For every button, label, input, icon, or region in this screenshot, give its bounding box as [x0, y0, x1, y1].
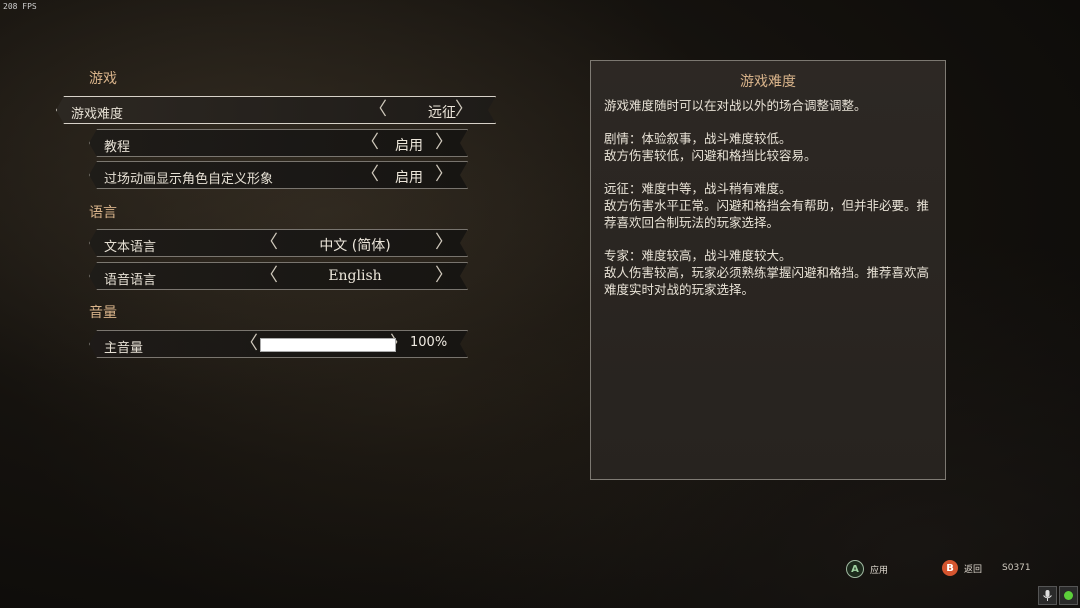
a-button-icon: A [846, 560, 864, 578]
setting-text-language-label: 文本语言 [104, 240, 157, 255]
setting-tutorial[interactable]: 教程 〈 启用 〉 [89, 129, 468, 157]
master-volume-slider[interactable] [260, 338, 396, 352]
info-paragraph: 剧情：体验叙事，战斗难度较低。 敌方伤害较低，闪避和格挡比较容易。 [604, 131, 817, 163]
cutscene-right-arrow-icon[interactable]: 〉 [435, 165, 453, 185]
setting-master-volume-label: 主音量 [104, 341, 144, 356]
back-label: 返回 [964, 564, 983, 575]
setting-difficulty-label: 游戏难度 [71, 107, 124, 122]
b-button-icon: B [942, 560, 958, 576]
text-language-value: 中文 (简体) [319, 238, 391, 254]
setting-cutscene-label: 过场动画显示角色自定义形象 [104, 172, 274, 187]
tutorial-right-arrow-icon[interactable]: 〉 [435, 133, 453, 153]
setting-difficulty[interactable]: 游戏难度 〈 远征 〉 [56, 96, 496, 124]
setting-cutscene-custom-appearance[interactable]: 过场动画显示角色自定义形象 〈 启用 〉 [89, 161, 468, 189]
info-paragraph: 专家：难度较高，战斗难度较大。 敌人伤害较高，玩家必须熟练掌握闪避和格挡。推荐喜… [604, 248, 930, 297]
info-panel-title: 游戏难度 [740, 74, 796, 90]
voice-language-right-arrow-icon[interactable]: 〉 [435, 266, 453, 286]
apply-hint[interactable]: A 应用 [846, 560, 888, 578]
difficulty-left-arrow-icon[interactable]: 〈 [369, 100, 387, 120]
voice-language-left-arrow-icon[interactable]: 〈 [260, 266, 278, 286]
text-language-right-arrow-icon[interactable]: 〉 [435, 233, 453, 253]
setting-voice-language-label: 语音语言 [104, 273, 157, 288]
text-language-left-arrow-icon[interactable]: 〈 [260, 233, 278, 253]
info-paragraph: 远征：难度中等，战斗稍有难度。 敌方伤害水平正常。闪避和格挡会有帮助，但并非必要… [604, 181, 930, 230]
build-code: S0371 [1002, 563, 1031, 573]
info-panel-body: 游戏难度随时可以在对战以外的场合调整调整。 剧情：体验叙事，战斗难度较低。 敌方… [604, 97, 936, 314]
info-paragraph: 游戏难度随时可以在对战以外的场合调整调整。 [604, 98, 867, 113]
volume-left-arrow-icon[interactable]: 〈 [240, 334, 258, 354]
difficulty-right-arrow-icon[interactable]: 〉 [455, 100, 473, 120]
setting-voice-language[interactable]: 语音语言 〈 English 〉 [89, 262, 468, 290]
section-volume-title: 音量 [89, 305, 117, 321]
section-language-title: 语言 [89, 205, 117, 221]
difficulty-value: 远征 [428, 105, 456, 121]
master-volume-fill [261, 339, 395, 351]
voice-language-value: English [328, 268, 382, 284]
master-volume-percent: 100% [410, 335, 448, 350]
difficulty-info-panel: 游戏难度 游戏难度随时可以在对战以外的场合调整调整。 剧情：体验叙事，战斗难度较… [590, 60, 946, 480]
status-indicator-icon [1059, 586, 1078, 605]
back-hint[interactable]: B 返回 [942, 560, 982, 576]
fps-counter: 208 FPS [3, 2, 37, 11]
setting-tutorial-label: 教程 [104, 140, 131, 155]
microphone-icon[interactable] [1038, 586, 1057, 605]
setting-text-language[interactable]: 文本语言 〈 中文 (简体) 〉 [89, 229, 468, 257]
apply-label: 应用 [870, 565, 889, 576]
section-game-title: 游戏 [89, 71, 117, 87]
